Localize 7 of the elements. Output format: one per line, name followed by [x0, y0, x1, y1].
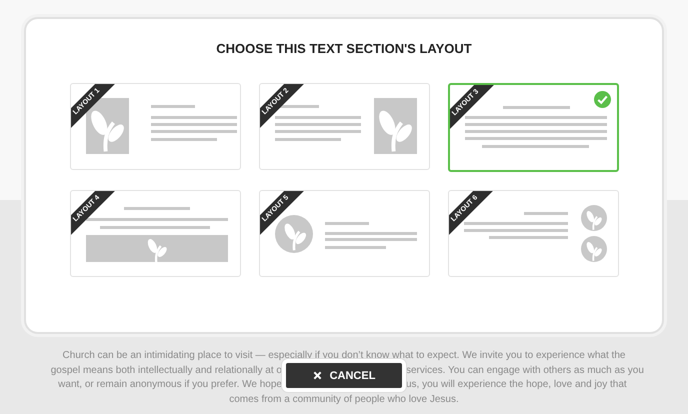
paragraph-text: services. You can engage with others as much as you [406, 364, 645, 378]
dialog-title: CHOOSE THIS TEXT SECTION'S LAYOUT [215, 41, 473, 57]
paragraph-text: comes from a community of people who love Jesus. [229, 394, 459, 404]
cancel-button[interactable]: CANCEL [282, 359, 406, 392]
close-icon [312, 371, 322, 380]
paragraph-text: want, or remain anonymous if you prefer. We hope [57, 378, 282, 392]
check-icon [594, 91, 610, 108]
